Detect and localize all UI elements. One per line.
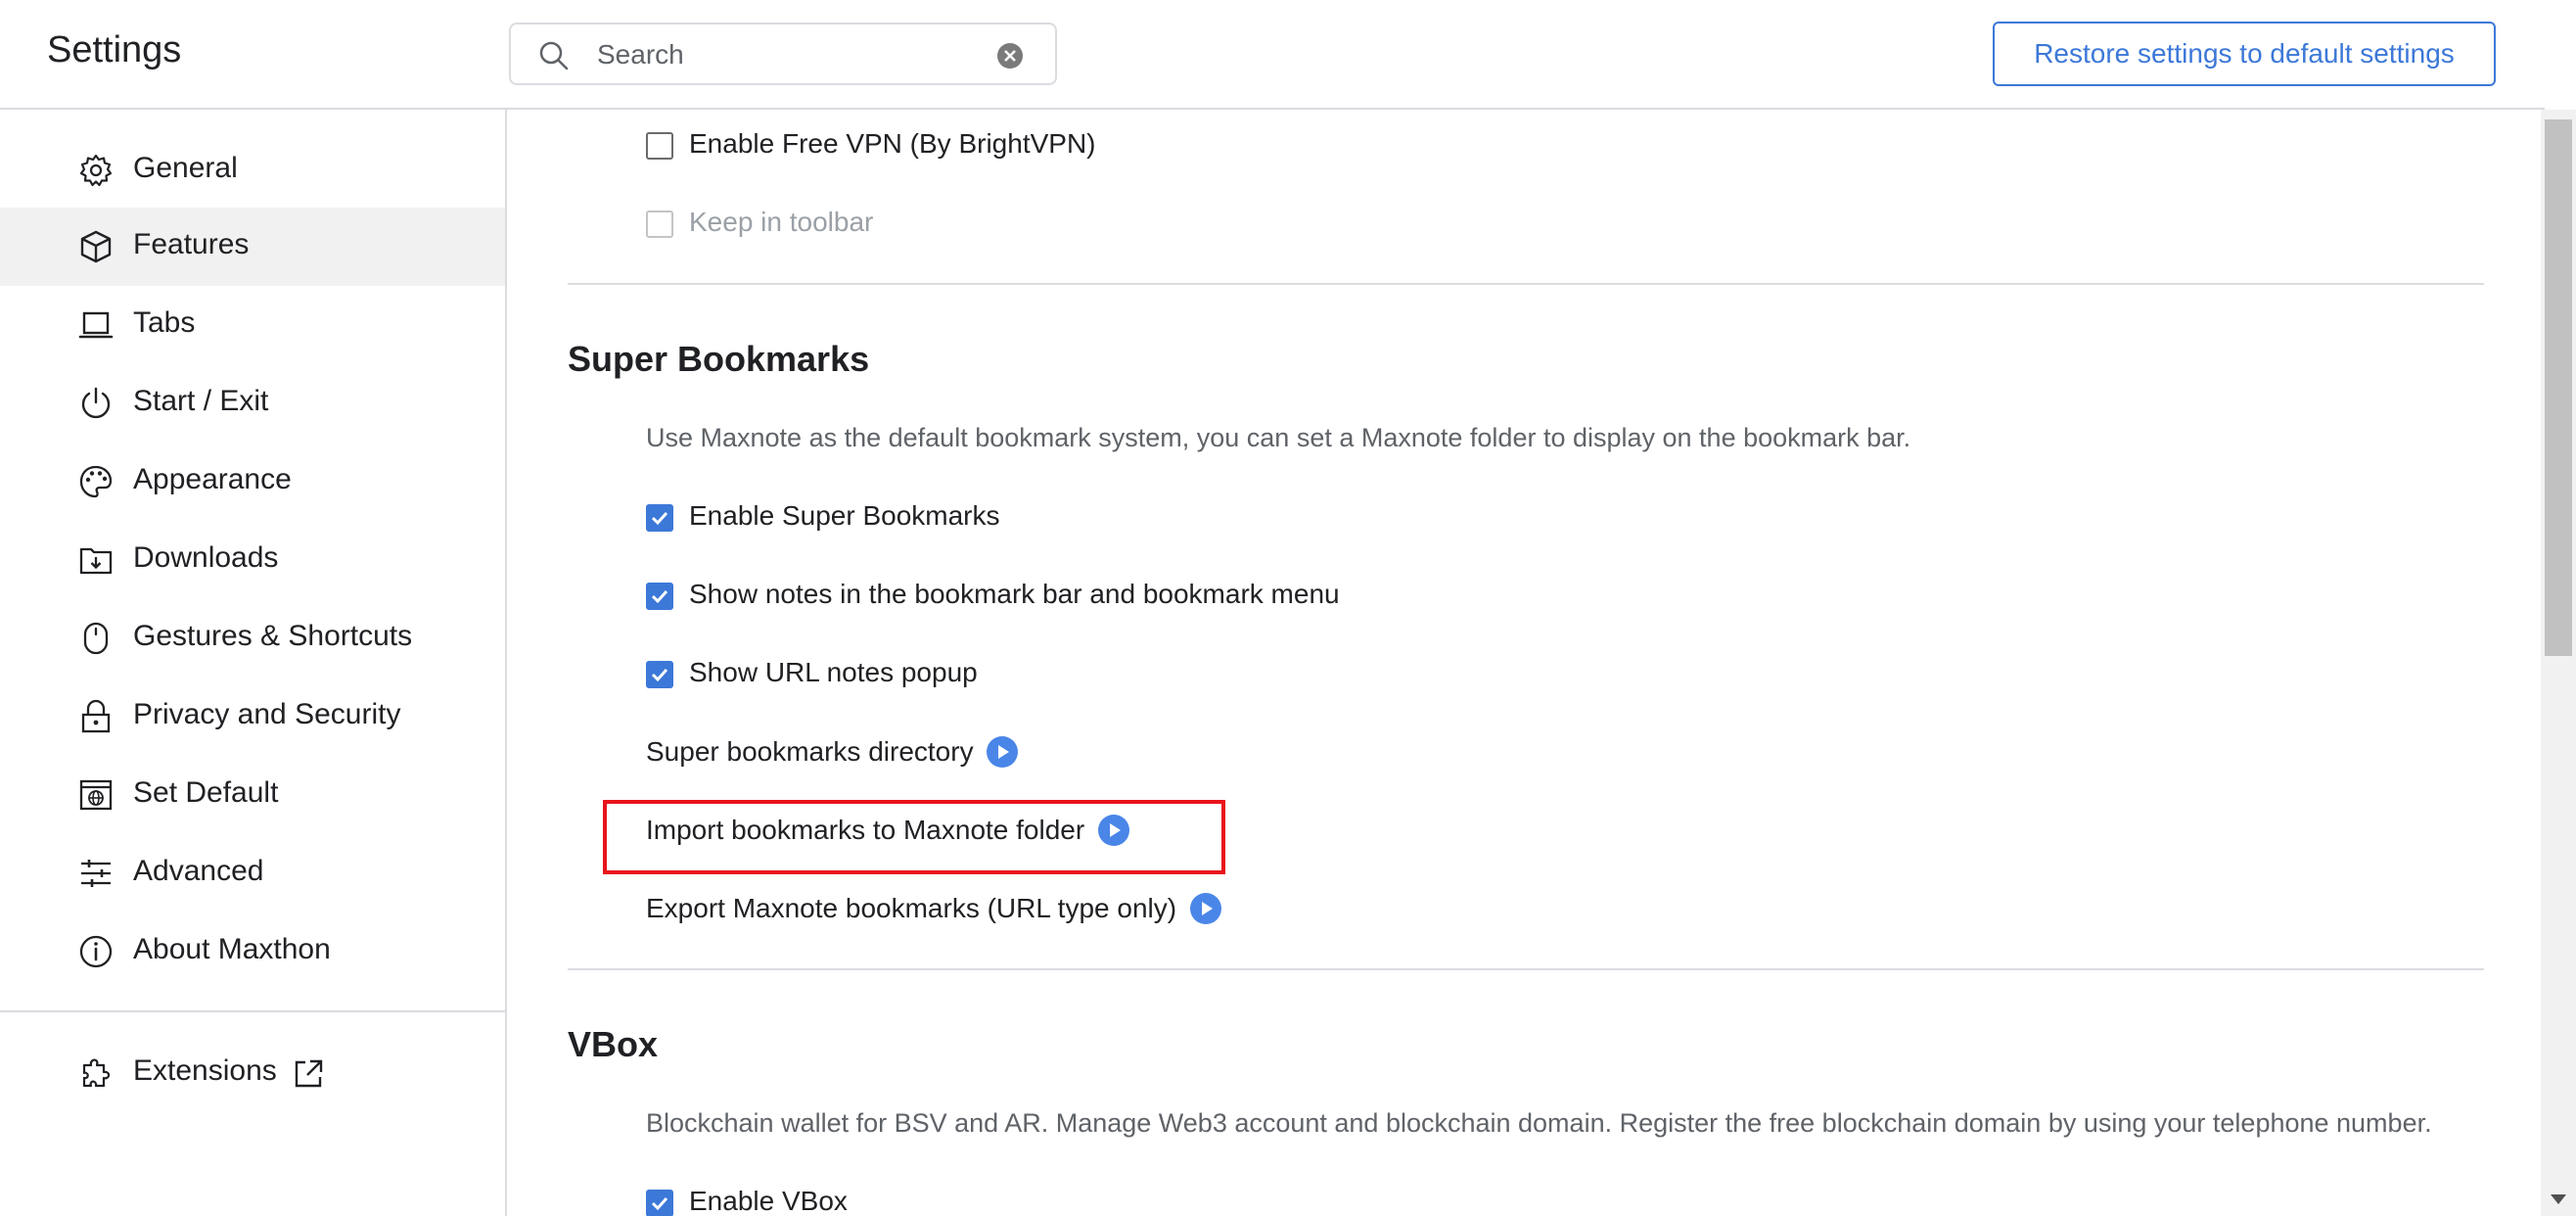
mouse-icon <box>83 622 109 655</box>
info-icon <box>79 935 113 968</box>
enable-super-bookmarks-checkbox[interactable] <box>646 504 673 532</box>
keep-in-toolbar-label: Keep in toolbar <box>689 207 874 237</box>
scrollbar-thumb[interactable] <box>2545 119 2572 656</box>
restore-defaults-button[interactable]: Restore settings to default settings <box>1993 22 2496 86</box>
checkmark-icon <box>651 668 668 682</box>
play-arrow-icon <box>987 736 1019 768</box>
checkmark-icon <box>651 1196 668 1211</box>
sidebar-item-label: Advanced <box>133 855 264 887</box>
sidebar-item-advanced[interactable]: Advanced <box>0 834 505 912</box>
super-bookmarks-description: Use Maxnote as the default bookmark syst… <box>646 423 1911 452</box>
sidebar-item-set-default[interactable]: Set Default <box>0 756 505 834</box>
highlight-box <box>603 800 1225 874</box>
settings-content: Enable Free VPN (By BrightVPN) Keep in t… <box>509 110 2541 1216</box>
page-title: Settings <box>47 29 182 70</box>
sliders-icon <box>81 860 111 887</box>
show-notes-bookmark-bar-checkbox[interactable] <box>646 583 673 610</box>
enable-vpn-label: Enable Free VPN (By BrightVPN) <box>689 128 1096 159</box>
vbox-description: Blockchain wallet for BSV and AR. Manage… <box>646 1108 2432 1138</box>
enable-super-bookmarks-label: Enable Super Bookmarks <box>689 500 1000 531</box>
section-divider <box>568 968 2484 970</box>
vbox-title: VBox <box>568 1024 659 1064</box>
sidebar-item-label: Set Default <box>133 776 279 809</box>
gear-icon <box>79 154 113 187</box>
search-input[interactable] <box>595 34 987 75</box>
sidebar-item-general[interactable]: General <box>0 131 505 210</box>
section-divider <box>568 283 2484 285</box>
enable-vbox-checkbox[interactable] <box>646 1190 673 1216</box>
sidebar-item-about-maxthon[interactable]: About Maxthon <box>0 912 505 991</box>
super-bookmarks-title: Super Bookmarks <box>568 339 870 379</box>
sidebar-item-label: Extensions <box>133 1054 277 1087</box>
power-icon <box>81 387 111 419</box>
show-notes-bookmark-bar-label: Show notes in the bookmark bar and bookm… <box>689 579 1340 609</box>
sidebar-item-label: General <box>133 152 238 184</box>
enable-vpn-checkbox[interactable] <box>646 132 673 160</box>
cube-icon <box>80 230 112 263</box>
browser-globe-icon <box>79 779 113 811</box>
vertical-scrollbar[interactable] <box>2541 110 2576 1216</box>
keep-in-toolbar-checkbox <box>646 210 673 238</box>
sidebar-item-extensions[interactable]: Extensions <box>0 1034 505 1112</box>
header: Settings Restore settings to default set… <box>0 0 2545 110</box>
show-url-notes-popup-checkbox[interactable] <box>646 661 673 688</box>
laptop-icon <box>78 311 114 339</box>
sidebar-item-tabs[interactable]: Tabs <box>0 286 505 364</box>
search-box[interactable] <box>509 23 1057 85</box>
sidebar-item-label: Appearance <box>133 463 292 495</box>
play-arrow-icon <box>1189 893 1221 924</box>
super-bookmarks-directory-label: Super bookmarks directory <box>646 736 974 767</box>
scroll-down-arrow-icon[interactable] <box>2551 1194 2566 1204</box>
sidebar-item-label: About Maxthon <box>133 933 331 965</box>
external-link-icon[interactable] <box>292 1057 325 1091</box>
sidebar-item-features[interactable]: Features <box>0 208 505 286</box>
sidebar-item-gestures-shortcuts[interactable]: Gestures & Shortcuts <box>0 599 505 678</box>
enable-vbox-label: Enable VBox <box>689 1186 848 1216</box>
palette-icon <box>79 465 113 498</box>
sidebar-item-label: Gestures & Shortcuts <box>133 620 413 652</box>
checkmark-icon <box>651 511 668 526</box>
checkmark-icon <box>651 589 668 604</box>
sidebar-item-label: Features <box>133 228 250 260</box>
sidebar-item-label: Tabs <box>133 306 196 339</box>
export-bookmarks-link[interactable]: Export Maxnote bookmarks (URL type only) <box>646 892 1222 931</box>
sidebar-item-appearance[interactable]: Appearance <box>0 443 505 521</box>
sidebar-item-privacy-security[interactable]: Privacy and Security <box>0 678 505 756</box>
sidebar: General Features Tabs Start / Exit Appea… <box>0 110 507 1216</box>
super-bookmarks-directory-link[interactable]: Super bookmarks directory <box>646 735 1019 774</box>
export-bookmarks-label: Export Maxnote bookmarks (URL type only) <box>646 893 1177 923</box>
lock-icon <box>81 699 111 733</box>
search-icon <box>539 41 569 70</box>
download-folder-icon <box>79 547 113 575</box>
clear-search-icon[interactable] <box>996 42 1024 70</box>
sidebar-item-label: Downloads <box>133 541 279 574</box>
sidebar-item-start-exit[interactable]: Start / Exit <box>0 364 505 443</box>
sidebar-divider <box>0 1010 505 1012</box>
puzzle-icon <box>82 1058 111 1088</box>
show-url-notes-popup-label: Show URL notes popup <box>689 657 978 687</box>
sidebar-item-label: Privacy and Security <box>133 698 401 730</box>
sidebar-item-label: Start / Exit <box>133 385 269 417</box>
sidebar-item-downloads[interactable]: Downloads <box>0 521 505 599</box>
